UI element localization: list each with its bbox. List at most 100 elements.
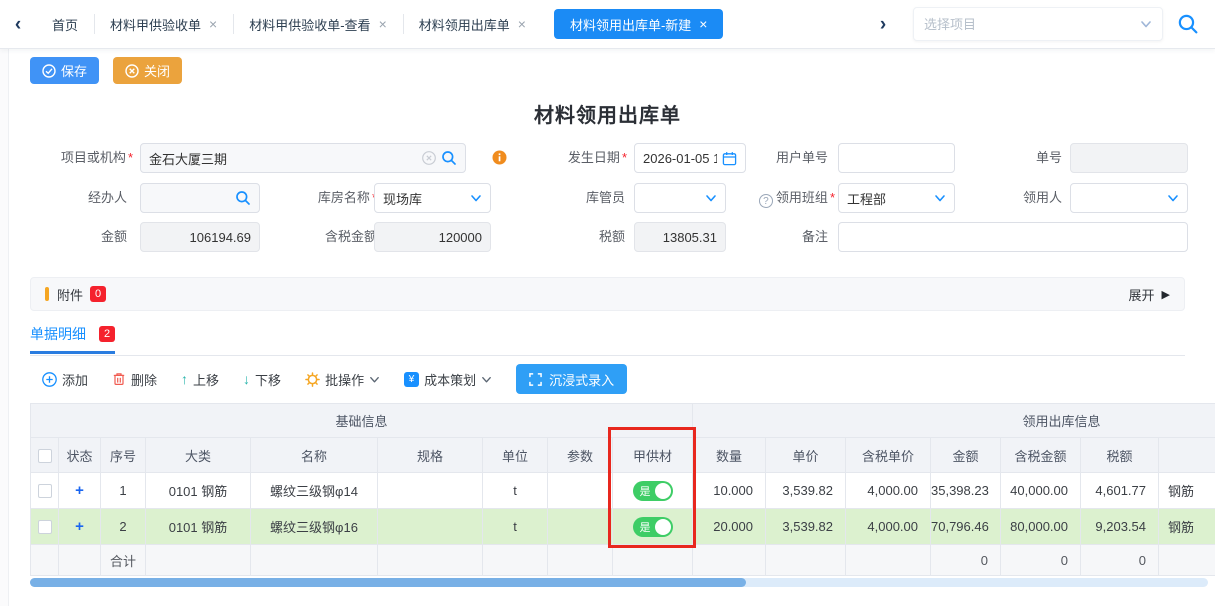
- row-add-icon[interactable]: +: [75, 518, 84, 535]
- tab-close-icon[interactable]: ×: [379, 17, 387, 31]
- date-field[interactable]: 2026-01-05 1: [634, 143, 746, 173]
- cell-amount-tax: 80,000.00: [1001, 509, 1081, 545]
- detail-tab-label: 单据明细: [30, 324, 86, 344]
- tab-material-outbound-list[interactable]: 材料领用出库单 ×: [403, 9, 542, 39]
- fullscreen-icon: [529, 373, 542, 386]
- table-row: + 1 0101 钢筋 螺纹三级钢φ14 t 是 10.000 3,539.82…: [31, 473, 1215, 509]
- tab-close-icon[interactable]: ×: [699, 17, 707, 31]
- row-checkbox[interactable]: [38, 484, 52, 498]
- horizontal-scrollbar[interactable]: [30, 578, 1208, 587]
- cell-tax: 4,601.77: [1081, 473, 1159, 509]
- tab-material-outbound-new-active[interactable]: 材料领用出库单-新建 ×: [554, 9, 724, 39]
- global-search-icon[interactable]: [1177, 13, 1199, 35]
- col-amount-tax: 含税金额: [1001, 438, 1081, 473]
- add-row-button[interactable]: 添加: [42, 370, 88, 389]
- tax-value: 13805.31: [643, 230, 717, 245]
- col-qty: 数量: [693, 438, 766, 473]
- col-category: 大类: [146, 438, 251, 473]
- row-checkbox[interactable]: [38, 520, 52, 534]
- gear-icon: [305, 372, 320, 387]
- tab-home[interactable]: 首页: [36, 9, 94, 39]
- attachments-count-badge: 0: [90, 286, 106, 302]
- expand-toggle[interactable]: 展开 ▶: [1129, 285, 1170, 304]
- col-name: 名称: [251, 438, 378, 473]
- user-no-field[interactable]: [838, 143, 955, 173]
- handler-field[interactable]: [140, 183, 260, 213]
- help-icon: ?: [759, 194, 773, 208]
- arrow-down-icon: ↓: [243, 372, 250, 386]
- cell-category: 0101 钢筋: [146, 473, 251, 509]
- move-up-button[interactable]: ↑ 上移: [181, 370, 219, 389]
- calendar-icon[interactable]: [722, 151, 737, 166]
- project-select-input[interactable]: [924, 17, 1140, 32]
- select-all-checkbox[interactable]: [38, 449, 52, 463]
- col-price-tax: 含税单价: [846, 438, 931, 473]
- row-add-icon[interactable]: +: [75, 482, 84, 499]
- user-no-label: 用户单号: [744, 143, 828, 173]
- total-tax: 0: [1081, 545, 1159, 576]
- tab-close-icon[interactable]: ×: [518, 17, 526, 31]
- top-tab-bar: ‹ 首页 材料甲供验收单 × 材料甲供验收单-查看 × 材料领用出库单 × 材料…: [0, 0, 1215, 49]
- tab-label: 材料甲供验收单: [110, 15, 201, 34]
- cell-name: 螺纹三级钢φ16: [251, 509, 378, 545]
- col-seq: 序号: [101, 438, 146, 473]
- cell-seq: 2: [101, 509, 146, 545]
- search-icon[interactable]: [235, 190, 251, 206]
- clear-icon[interactable]: [422, 151, 436, 165]
- search-icon[interactable]: [441, 150, 457, 166]
- amount-field: 106194.69: [140, 222, 260, 252]
- info-icon: [492, 150, 507, 168]
- total-amount: 0: [931, 545, 1001, 576]
- tabs-scroll-left-icon[interactable]: ‹: [0, 0, 36, 49]
- supplied-toggle[interactable]: 是: [633, 517, 673, 537]
- cost-planning-dropdown[interactable]: ¥ 成本策划: [404, 370, 492, 389]
- tab-detail[interactable]: 单据明细 2: [30, 324, 115, 354]
- group-header-outbound: 领用出库信息: [693, 404, 1215, 438]
- project-value: 金石大厦三期: [149, 149, 417, 168]
- date-value: 2026-01-05 1: [643, 151, 717, 166]
- chevron-down-icon: [470, 192, 482, 204]
- chevron-down-icon: [481, 374, 492, 385]
- detail-toolbar: 添加 删除 ↑ 上移 ↓ 下移: [42, 364, 627, 394]
- keeper-label: 库管员: [545, 183, 625, 213]
- cell-seq: 1: [101, 473, 146, 509]
- team-value: 工程部: [847, 189, 929, 208]
- tab-close-icon[interactable]: ×: [209, 17, 217, 31]
- remark-field[interactable]: [838, 222, 1188, 252]
- required-mark: *: [830, 190, 835, 205]
- scrollbar-thumb[interactable]: [30, 578, 746, 587]
- amount-tax-field: 120000: [374, 222, 491, 252]
- recipient-select[interactable]: [1070, 183, 1188, 213]
- immersive-entry-button[interactable]: 沉浸式录入: [516, 364, 627, 394]
- doc-no-label: 单号: [990, 143, 1062, 173]
- chevron-down-icon: [705, 192, 717, 204]
- warehouse-select[interactable]: 现场库: [374, 183, 491, 213]
- attachments-label: 附件: [57, 285, 83, 304]
- cell-unit: t: [483, 509, 548, 545]
- col-param: 参数: [548, 438, 613, 473]
- handler-label: 经办人: [47, 183, 127, 213]
- tabs-scroll-right-icon[interactable]: ›: [865, 0, 901, 49]
- supplied-toggle[interactable]: 是: [633, 481, 673, 501]
- project-field[interactable]: 金石大厦三期: [140, 143, 466, 173]
- project-select[interactable]: [913, 7, 1163, 41]
- batch-ops-dropdown[interactable]: 批操作: [305, 370, 380, 389]
- tab-label: 材料领用出库单: [419, 15, 510, 34]
- tab-material-acceptance-view[interactable]: 材料甲供验收单-查看 ×: [233, 9, 403, 39]
- team-select[interactable]: 工程部: [838, 183, 955, 213]
- keeper-select[interactable]: [634, 183, 726, 213]
- detail-table: 基础信息 领用出库信息 状态 序号 大类 名称 规格 单位 参数 甲供材 数量 …: [30, 403, 1215, 576]
- team-label: ?领用班组*: [725, 183, 835, 213]
- cell-param: [548, 509, 613, 545]
- move-down-button[interactable]: ↓ 下移: [243, 370, 281, 389]
- tax-field: 13805.31: [634, 222, 726, 252]
- detail-count-badge: 2: [99, 326, 115, 342]
- amount-value: 106194.69: [149, 230, 251, 245]
- cell-category: 0101 钢筋: [146, 509, 251, 545]
- delete-row-button[interactable]: 删除: [112, 370, 157, 389]
- tab-material-acceptance[interactable]: 材料甲供验收单 ×: [94, 9, 233, 39]
- cell-amount: 35,398.23: [931, 473, 1001, 509]
- select-all-cell: [31, 438, 59, 473]
- tab-label: 材料甲供验收单-查看: [249, 15, 370, 34]
- arrow-up-icon: ↑: [181, 372, 188, 386]
